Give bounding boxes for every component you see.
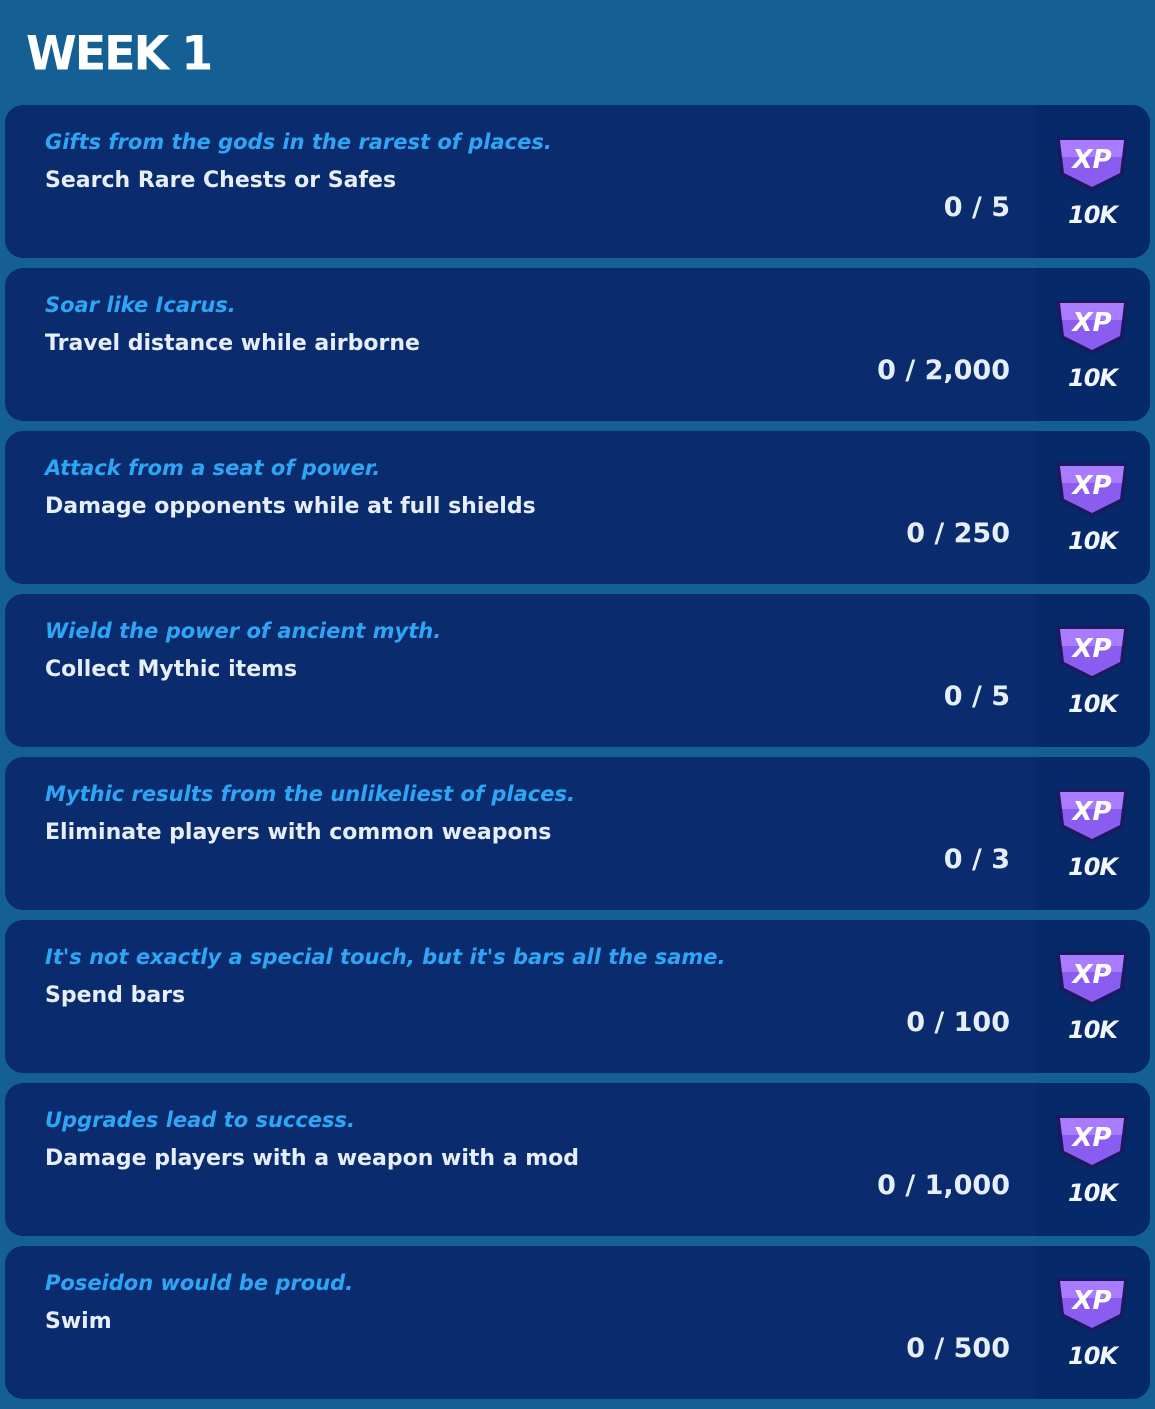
quest-list: Gifts from the gods in the rarest of pla… bbox=[5, 105, 1150, 1409]
reward-panel: XP 10K bbox=[1035, 757, 1150, 910]
xp-badge-label: XP bbox=[1070, 797, 1111, 827]
reward-panel: XP 10K bbox=[1035, 920, 1150, 1073]
quest-description: Eliminate players with common weapons bbox=[45, 820, 552, 845]
quest-flavor-text: Mythic results from the unlikeliest of p… bbox=[45, 782, 575, 806]
reward-panel: XP 10K bbox=[1035, 105, 1150, 258]
quest-progress: 0 / 250 bbox=[906, 518, 1010, 549]
quest-card[interactable]: Gifts from the gods in the rarest of pla… bbox=[5, 105, 1150, 258]
reward-amount: 10K bbox=[1068, 527, 1118, 555]
quest-description: Damage players with a weapon with a mod bbox=[45, 1146, 580, 1171]
reward-panel: XP 10K bbox=[1035, 268, 1150, 421]
xp-badge-icon: XP bbox=[1056, 626, 1128, 680]
reward-panel: XP 10K bbox=[1035, 431, 1150, 584]
xp-badge-icon: XP bbox=[1056, 1278, 1128, 1332]
quest-progress: 0 / 500 bbox=[906, 1333, 1010, 1364]
quest-progress: 0 / 2,000 bbox=[877, 355, 1010, 386]
quest-flavor-text: It's not exactly a special touch, but it… bbox=[45, 945, 726, 969]
quest-flavor-text: Poseidon would be proud. bbox=[45, 1271, 354, 1295]
quest-info: Gifts from the gods in the rarest of pla… bbox=[5, 105, 1035, 258]
xp-badge-icon: XP bbox=[1056, 952, 1128, 1006]
quest-info: Wield the power of ancient myth. Collect… bbox=[5, 594, 1035, 747]
quest-description: Spend bars bbox=[45, 983, 186, 1008]
xp-badge-label: XP bbox=[1070, 960, 1111, 990]
xp-badge-label: XP bbox=[1070, 471, 1111, 501]
quest-flavor-text: Soar like Icarus. bbox=[45, 293, 236, 317]
quest-card[interactable]: Soar like Icarus. Travel distance while … bbox=[5, 268, 1150, 421]
quest-progress: 0 / 5 bbox=[943, 192, 1010, 223]
quest-info: It's not exactly a special touch, but it… bbox=[5, 920, 1035, 1073]
xp-badge-icon: XP bbox=[1056, 463, 1128, 517]
xp-badge-icon: XP bbox=[1056, 789, 1128, 843]
quest-flavor-text: Attack from a seat of power. bbox=[45, 456, 381, 480]
xp-badge-icon: XP bbox=[1056, 1115, 1128, 1169]
reward-amount: 10K bbox=[1068, 364, 1118, 392]
xp-badge-icon: XP bbox=[1056, 300, 1128, 354]
xp-badge-label: XP bbox=[1070, 1123, 1111, 1153]
quest-card[interactable]: It's not exactly a special touch, but it… bbox=[5, 920, 1150, 1073]
xp-badge-label: XP bbox=[1070, 308, 1111, 338]
quest-card[interactable]: Mythic results from the unlikeliest of p… bbox=[5, 757, 1150, 910]
quest-info: Attack from a seat of power. Damage oppo… bbox=[5, 431, 1035, 584]
reward-panel: XP 10K bbox=[1035, 1246, 1150, 1399]
quest-card[interactable]: Poseidon would be proud. Swim 0 / 500 XP… bbox=[5, 1246, 1150, 1399]
reward-amount: 10K bbox=[1068, 1016, 1118, 1044]
quest-card[interactable]: Attack from a seat of power. Damage oppo… bbox=[5, 431, 1150, 584]
quest-description: Collect Mythic items bbox=[45, 657, 298, 682]
quest-flavor-text: Upgrades lead to success. bbox=[45, 1108, 356, 1132]
reward-panel: XP 10K bbox=[1035, 594, 1150, 747]
quest-description: Travel distance while airborne bbox=[45, 331, 420, 356]
page-title: WEEK 1 bbox=[26, 25, 213, 81]
reward-amount: 10K bbox=[1068, 1342, 1118, 1370]
quest-description: Damage opponents while at full shields bbox=[45, 494, 536, 519]
reward-amount: 10K bbox=[1068, 1179, 1118, 1207]
quest-info: Poseidon would be proud. Swim 0 / 500 bbox=[5, 1246, 1035, 1399]
quest-flavor-text: Gifts from the gods in the rarest of pla… bbox=[45, 130, 552, 154]
quest-progress: 0 / 1,000 bbox=[877, 1170, 1010, 1201]
reward-amount: 10K bbox=[1068, 853, 1118, 881]
reward-panel: XP 10K bbox=[1035, 1083, 1150, 1236]
xp-badge-icon: XP bbox=[1056, 137, 1128, 191]
quest-description: Swim bbox=[45, 1309, 112, 1334]
quest-info: Soar like Icarus. Travel distance while … bbox=[5, 268, 1035, 421]
quest-info: Mythic results from the unlikeliest of p… bbox=[5, 757, 1035, 910]
quest-flavor-text: Wield the power of ancient myth. bbox=[45, 619, 442, 643]
quest-progress: 0 / 5 bbox=[943, 681, 1010, 712]
xp-badge-label: XP bbox=[1070, 634, 1111, 664]
quest-card[interactable]: Upgrades lead to success. Damage players… bbox=[5, 1083, 1150, 1236]
xp-badge-label: XP bbox=[1070, 1286, 1111, 1316]
reward-amount: 10K bbox=[1068, 201, 1118, 229]
reward-amount: 10K bbox=[1068, 690, 1118, 718]
quest-description: Search Rare Chests or Safes bbox=[45, 168, 397, 193]
xp-badge-label: XP bbox=[1070, 145, 1111, 175]
quest-progress: 0 / 100 bbox=[906, 1007, 1010, 1038]
quest-card[interactable]: Wield the power of ancient myth. Collect… bbox=[5, 594, 1150, 747]
quest-info: Upgrades lead to success. Damage players… bbox=[5, 1083, 1035, 1236]
quest-progress: 0 / 3 bbox=[943, 844, 1010, 875]
